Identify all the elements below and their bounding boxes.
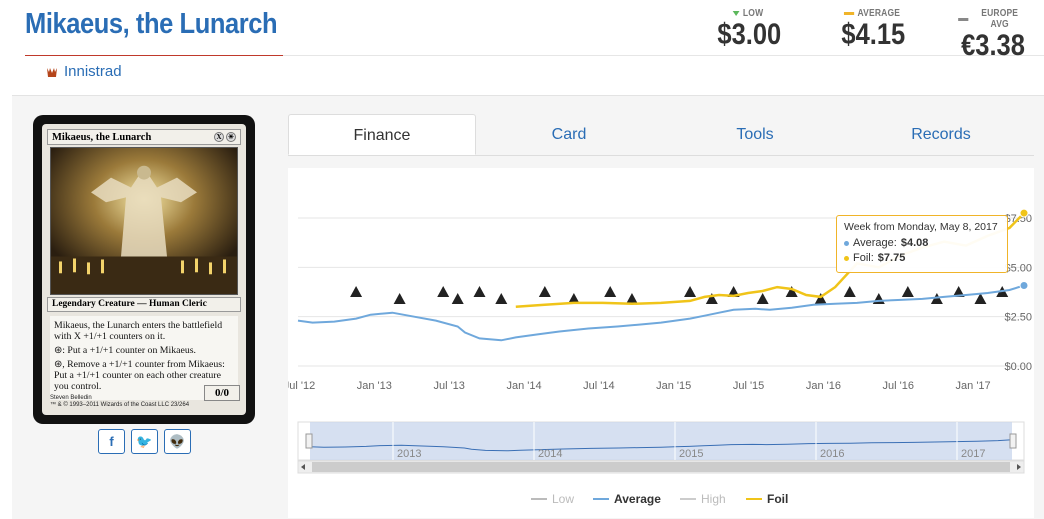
- navigator-tick-label: 2014: [538, 448, 562, 460]
- price-average-value: $4.15: [841, 18, 906, 51]
- average-bar-icon: [843, 12, 855, 15]
- tab-bar: Finance Card Tools Records: [288, 114, 1034, 156]
- facebook-icon: f: [109, 434, 114, 449]
- x-tick-label: Jan '15: [656, 380, 691, 392]
- price-europe-value: €3.38: [961, 29, 1025, 62]
- europe-bar-icon: [958, 17, 969, 21]
- y-tick-label: $5.00: [1004, 262, 1032, 274]
- price-low-value: $3.00: [717, 18, 782, 51]
- x-tick-label: Jul '12: [288, 380, 315, 392]
- tap-cost-icon: ⊛: [54, 359, 63, 370]
- tab-records[interactable]: Records: [848, 114, 1034, 155]
- mana-white-icon: ☀: [226, 132, 236, 142]
- card-type-line: Legendary Creature — Human Cleric: [47, 297, 241, 312]
- x-tick-label: Jul '16: [883, 380, 914, 392]
- price-europe-label: EUROPE AVG: [981, 8, 1019, 30]
- card-power-toughness: 0/0: [204, 385, 240, 401]
- y-tick-label: $2.50: [1004, 312, 1032, 324]
- set-line: Innistrad: [45, 63, 122, 80]
- price-europe: EUROPE AVG €3.38: [952, 8, 1034, 62]
- card-name: Mikaeus, the Lunarch: [52, 131, 152, 143]
- tooltip-foil-value: $7.75: [877, 252, 906, 264]
- tab-tools[interactable]: Tools: [662, 114, 848, 155]
- tap-cost-icon: ⊛: [54, 345, 63, 356]
- tab-card[interactable]: Card: [476, 114, 662, 155]
- card-art-illustration: [51, 148, 237, 294]
- card-name-bar: Mikaeus, the Lunarch X ☀: [47, 129, 241, 145]
- navigator-tick-label: 2017: [961, 448, 985, 460]
- chart-scrollbar-thumb: [312, 462, 1010, 472]
- page: Mikaeus, the Lunarch Innistrad LOW $3.00…: [0, 0, 1044, 519]
- y-tick-label: $0.00: [1004, 361, 1032, 373]
- legend-label-average: Average: [614, 492, 661, 506]
- legend-label-high: High: [701, 492, 726, 506]
- navigator-tick-label: 2015: [679, 448, 703, 460]
- legend-label-low: Low: [552, 492, 574, 506]
- price-average: AVERAGE $4.15: [836, 8, 908, 51]
- mana-cost: X ☀: [214, 132, 236, 142]
- x-tick-label: Jul '15: [733, 380, 764, 392]
- innistrad-set-icon: [47, 67, 57, 77]
- x-tick-label: Jul '14: [583, 380, 614, 392]
- legend-label-foil: Foil: [767, 492, 788, 506]
- tab-finance[interactable]: Finance: [288, 114, 476, 155]
- x-tick-label: Jan '16: [806, 380, 841, 392]
- foil-dot-icon: [844, 256, 849, 261]
- facebook-share-button[interactable]: f: [98, 429, 125, 454]
- header-divider: [283, 55, 1044, 56]
- x-tick-label: Jan '13: [357, 380, 392, 392]
- twitter-share-button[interactable]: 🐦: [131, 429, 158, 454]
- tooltip-heading: Week from Monday, May 8, 2017: [844, 221, 998, 233]
- x-tick-label: Jan '17: [956, 380, 991, 392]
- series-marker-average: [1019, 280, 1029, 290]
- tooltip-average-value: $4.08: [900, 237, 929, 249]
- average-dot-icon: [844, 241, 849, 246]
- set-link[interactable]: Innistrad: [64, 63, 122, 80]
- x-tick-label: Jan '14: [506, 380, 541, 392]
- card-artist: Steven Belledin ™ & © 1993–2011 Wizards …: [50, 395, 190, 408]
- series-marker-foil: [1019, 208, 1029, 218]
- navigator-tick-label: 2016: [820, 448, 844, 460]
- title-underline: [25, 55, 283, 56]
- mana-x-icon: X: [214, 132, 224, 142]
- navigator-right-handle: [1009, 433, 1017, 449]
- reddit-share-button[interactable]: 👽: [164, 429, 191, 454]
- chart-tooltip: Week from Monday, May 8, 2017 Average: $4…: [836, 215, 1008, 273]
- x-tick-label: Jul '13: [433, 380, 464, 392]
- reddit-icon: 👽: [169, 433, 186, 449]
- price-low: LOW $3.00: [712, 8, 784, 51]
- navigator-left-handle: [305, 433, 313, 449]
- twitter-icon: 🐦: [136, 433, 153, 449]
- navigator-tick-label: 2013: [397, 448, 421, 460]
- page-title: Mikaeus, the Lunarch: [25, 8, 278, 40]
- card-art: [50, 147, 238, 295]
- card-image[interactable]: Mikaeus, the Lunarch X ☀ Legendary Creat…: [33, 115, 255, 424]
- down-triangle-icon: [732, 11, 740, 16]
